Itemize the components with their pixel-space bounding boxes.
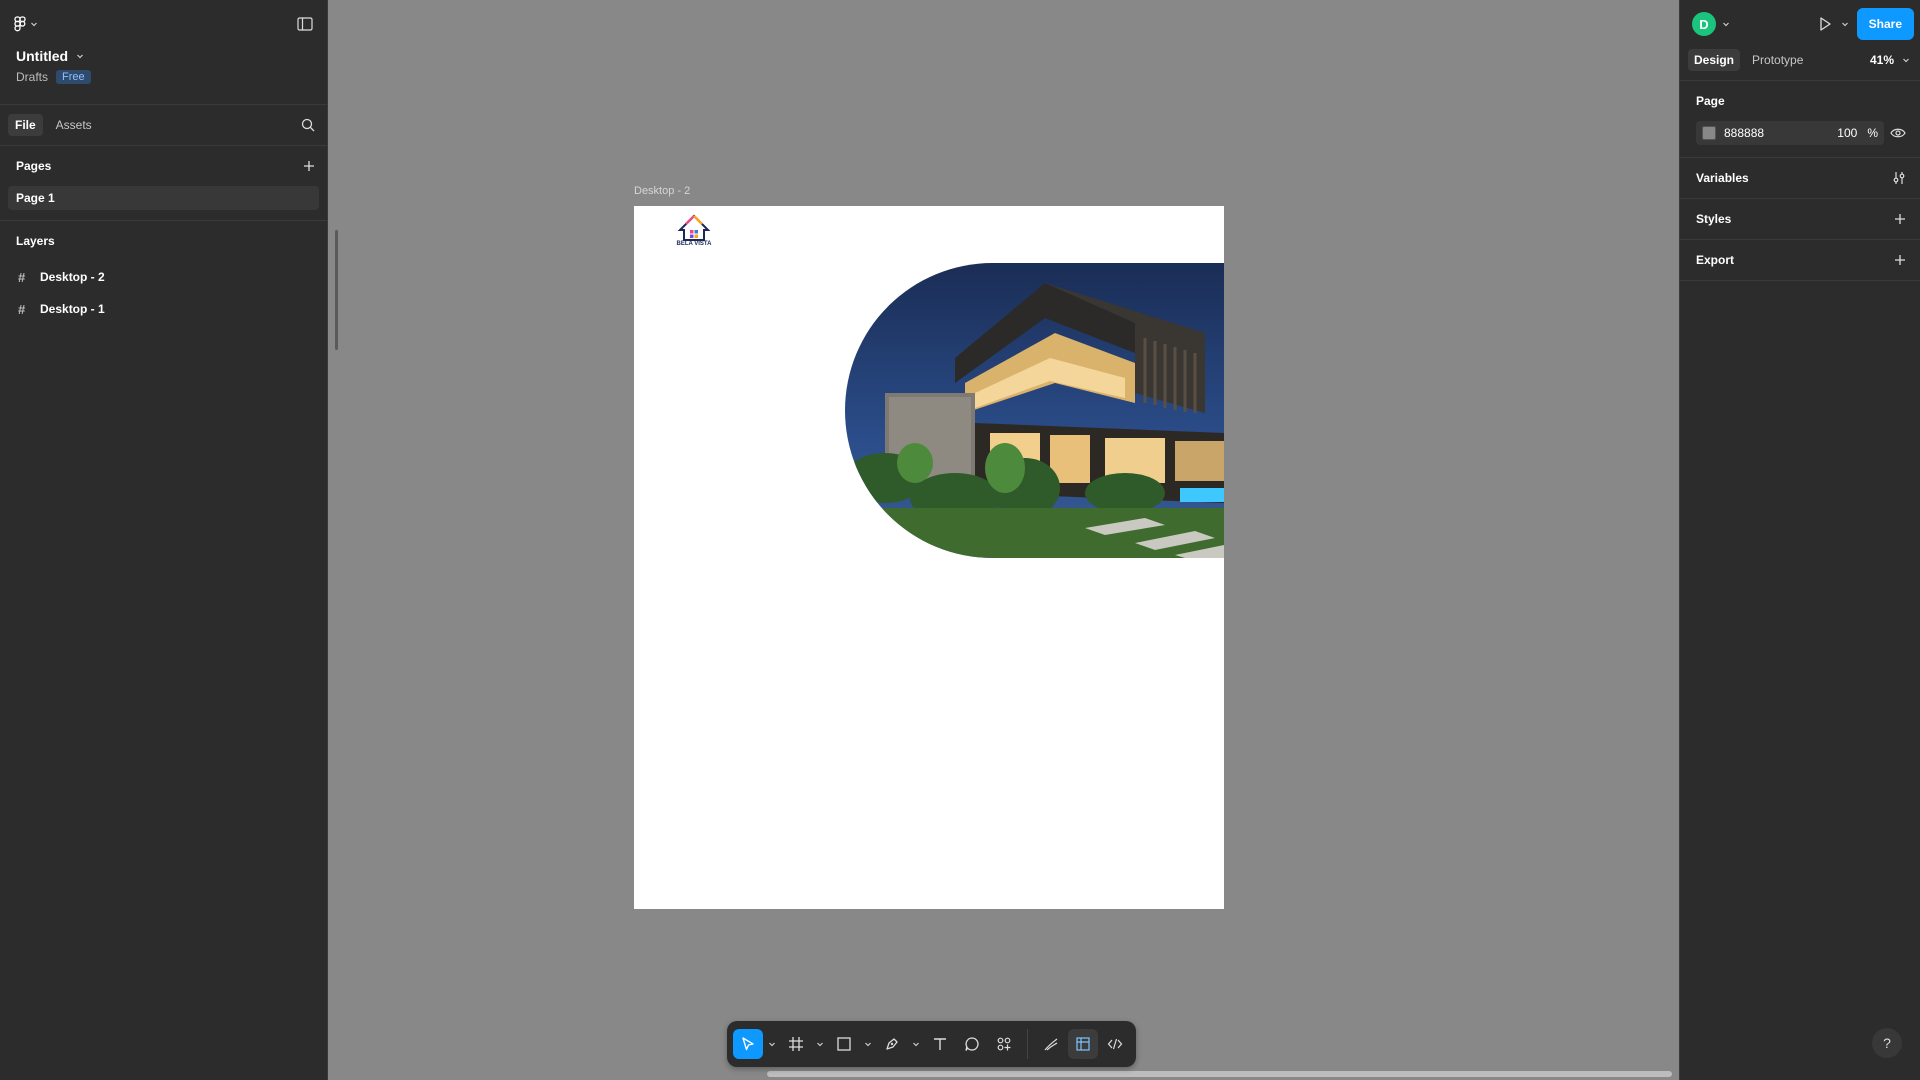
bela-vista-logo[interactable]: BELA VISTA: [676, 214, 712, 254]
tab-assets[interactable]: Assets: [49, 114, 99, 136]
components-plus-icon: [996, 1036, 1012, 1052]
pen-icon: [884, 1036, 900, 1052]
right-panel: D Share Design Prototype 41% Page 888888: [1679, 0, 1920, 1080]
plan-badge[interactable]: Free: [56, 70, 91, 84]
layer-item-label: Desktop - 1: [40, 302, 105, 316]
tab-prototype[interactable]: Prototype: [1746, 49, 1809, 71]
eye-icon[interactable]: [1890, 127, 1906, 139]
rectangle-tool[interactable]: [829, 1029, 859, 1059]
rectangle-icon: [836, 1036, 852, 1052]
file-title-dropdown[interactable]: Untitled: [16, 48, 311, 64]
sidebar-toggle-icon[interactable]: [297, 17, 313, 31]
comment-icon: [964, 1036, 980, 1052]
variables-heading: Variables: [1696, 171, 1749, 185]
frame-label[interactable]: Desktop - 2: [634, 185, 690, 197]
move-tool[interactable]: [733, 1029, 763, 1059]
chevron-down-icon: [76, 52, 84, 60]
color-swatch[interactable]: [1702, 126, 1716, 140]
canvas[interactable]: Desktop - 2 BELA VISTA: [329, 0, 1679, 1080]
chevron-down-icon: [816, 1040, 824, 1048]
chevron-down-icon: [912, 1040, 920, 1048]
bottom-toolbar: [727, 1021, 1136, 1067]
frame-icon: #: [18, 269, 26, 285]
chevron-down-icon[interactable]: [1841, 20, 1849, 28]
toolbar-divider: [1027, 1029, 1028, 1059]
layers-heading: Layers: [16, 234, 55, 248]
move-tool-options[interactable]: [765, 1040, 779, 1048]
percent-label: %: [1867, 126, 1878, 140]
main-menu-button[interactable]: [14, 16, 38, 32]
styles-heading: Styles: [1696, 212, 1732, 226]
tab-file[interactable]: File: [8, 114, 43, 136]
frame-desktop-2[interactable]: BELA VISTA: [634, 206, 1224, 909]
user-menu[interactable]: D: [1692, 12, 1730, 36]
chevron-down-icon: [864, 1040, 872, 1048]
add-style-icon[interactable]: [1894, 213, 1906, 225]
avatar: D: [1692, 12, 1716, 36]
chevron-down-icon: [768, 1040, 776, 1048]
page-item-page-1[interactable]: Page 1: [8, 186, 319, 210]
text-tool[interactable]: [925, 1029, 955, 1059]
page-opacity-value[interactable]: 100: [1837, 126, 1857, 140]
frame-tool-options[interactable]: [813, 1040, 827, 1048]
draw-icon: [1043, 1036, 1059, 1052]
horizontal-scrollbar[interactable]: [767, 1071, 1672, 1077]
layer-item-desktop-2[interactable]: # Desktop - 2: [0, 261, 327, 293]
tab-design[interactable]: Design: [1688, 49, 1741, 71]
shape-tool-options[interactable]: [861, 1040, 875, 1048]
frame-icon: [788, 1036, 804, 1052]
draw-mode-tool[interactable]: [1036, 1029, 1066, 1059]
zoom-dropdown[interactable]: 41%: [1870, 53, 1910, 67]
code-icon: [1107, 1036, 1123, 1052]
chevron-down-icon: [1722, 20, 1730, 28]
file-location-link[interactable]: Drafts: [16, 70, 48, 84]
add-export-icon[interactable]: [1894, 254, 1906, 266]
cursor-icon: [740, 1036, 756, 1052]
chevron-down-icon: [30, 20, 38, 28]
design-mode-icon: [1075, 1036, 1091, 1052]
help-button[interactable]: ?: [1872, 1028, 1902, 1058]
design-mode-tool[interactable]: [1068, 1029, 1098, 1059]
file-title: Untitled: [16, 48, 69, 64]
logo-text: BELA VISTA: [676, 241, 712, 247]
dev-mode-tool[interactable]: [1100, 1029, 1130, 1059]
page-section-heading: Page: [1696, 94, 1725, 108]
pen-tool[interactable]: [877, 1029, 907, 1059]
chevron-down-icon: [1902, 56, 1910, 64]
page-color-hex[interactable]: 888888: [1724, 126, 1764, 140]
pen-tool-options[interactable]: [909, 1040, 923, 1048]
house-image[interactable]: [845, 263, 1224, 558]
frame-icon: #: [18, 301, 26, 317]
zoom-level: 41%: [1869, 53, 1894, 67]
comment-tool[interactable]: [957, 1029, 987, 1059]
page-item-label: Page 1: [16, 191, 55, 205]
left-topbar: [0, 0, 327, 48]
layer-item-desktop-1[interactable]: # Desktop - 1: [0, 293, 327, 325]
present-icon[interactable]: [1817, 16, 1833, 32]
variables-settings-icon[interactable]: [1892, 171, 1906, 185]
frame-tool[interactable]: [781, 1029, 811, 1059]
share-button[interactable]: Share: [1856, 8, 1914, 40]
vertical-scrollbar[interactable]: [335, 230, 338, 350]
page-background-field[interactable]: 888888 100 %: [1696, 121, 1884, 145]
divider: [1680, 280, 1920, 281]
add-page-icon[interactable]: [303, 160, 315, 172]
layer-item-label: Desktop - 2: [40, 270, 105, 284]
figma-logo-icon: [14, 16, 26, 32]
export-heading: Export: [1696, 253, 1735, 267]
text-icon: [932, 1036, 948, 1052]
left-sidebar: Untitled Drafts Free File Assets Pages P…: [0, 0, 328, 1080]
actions-tool[interactable]: [989, 1029, 1019, 1059]
pages-heading: Pages: [16, 159, 52, 173]
search-icon[interactable]: [301, 118, 315, 132]
